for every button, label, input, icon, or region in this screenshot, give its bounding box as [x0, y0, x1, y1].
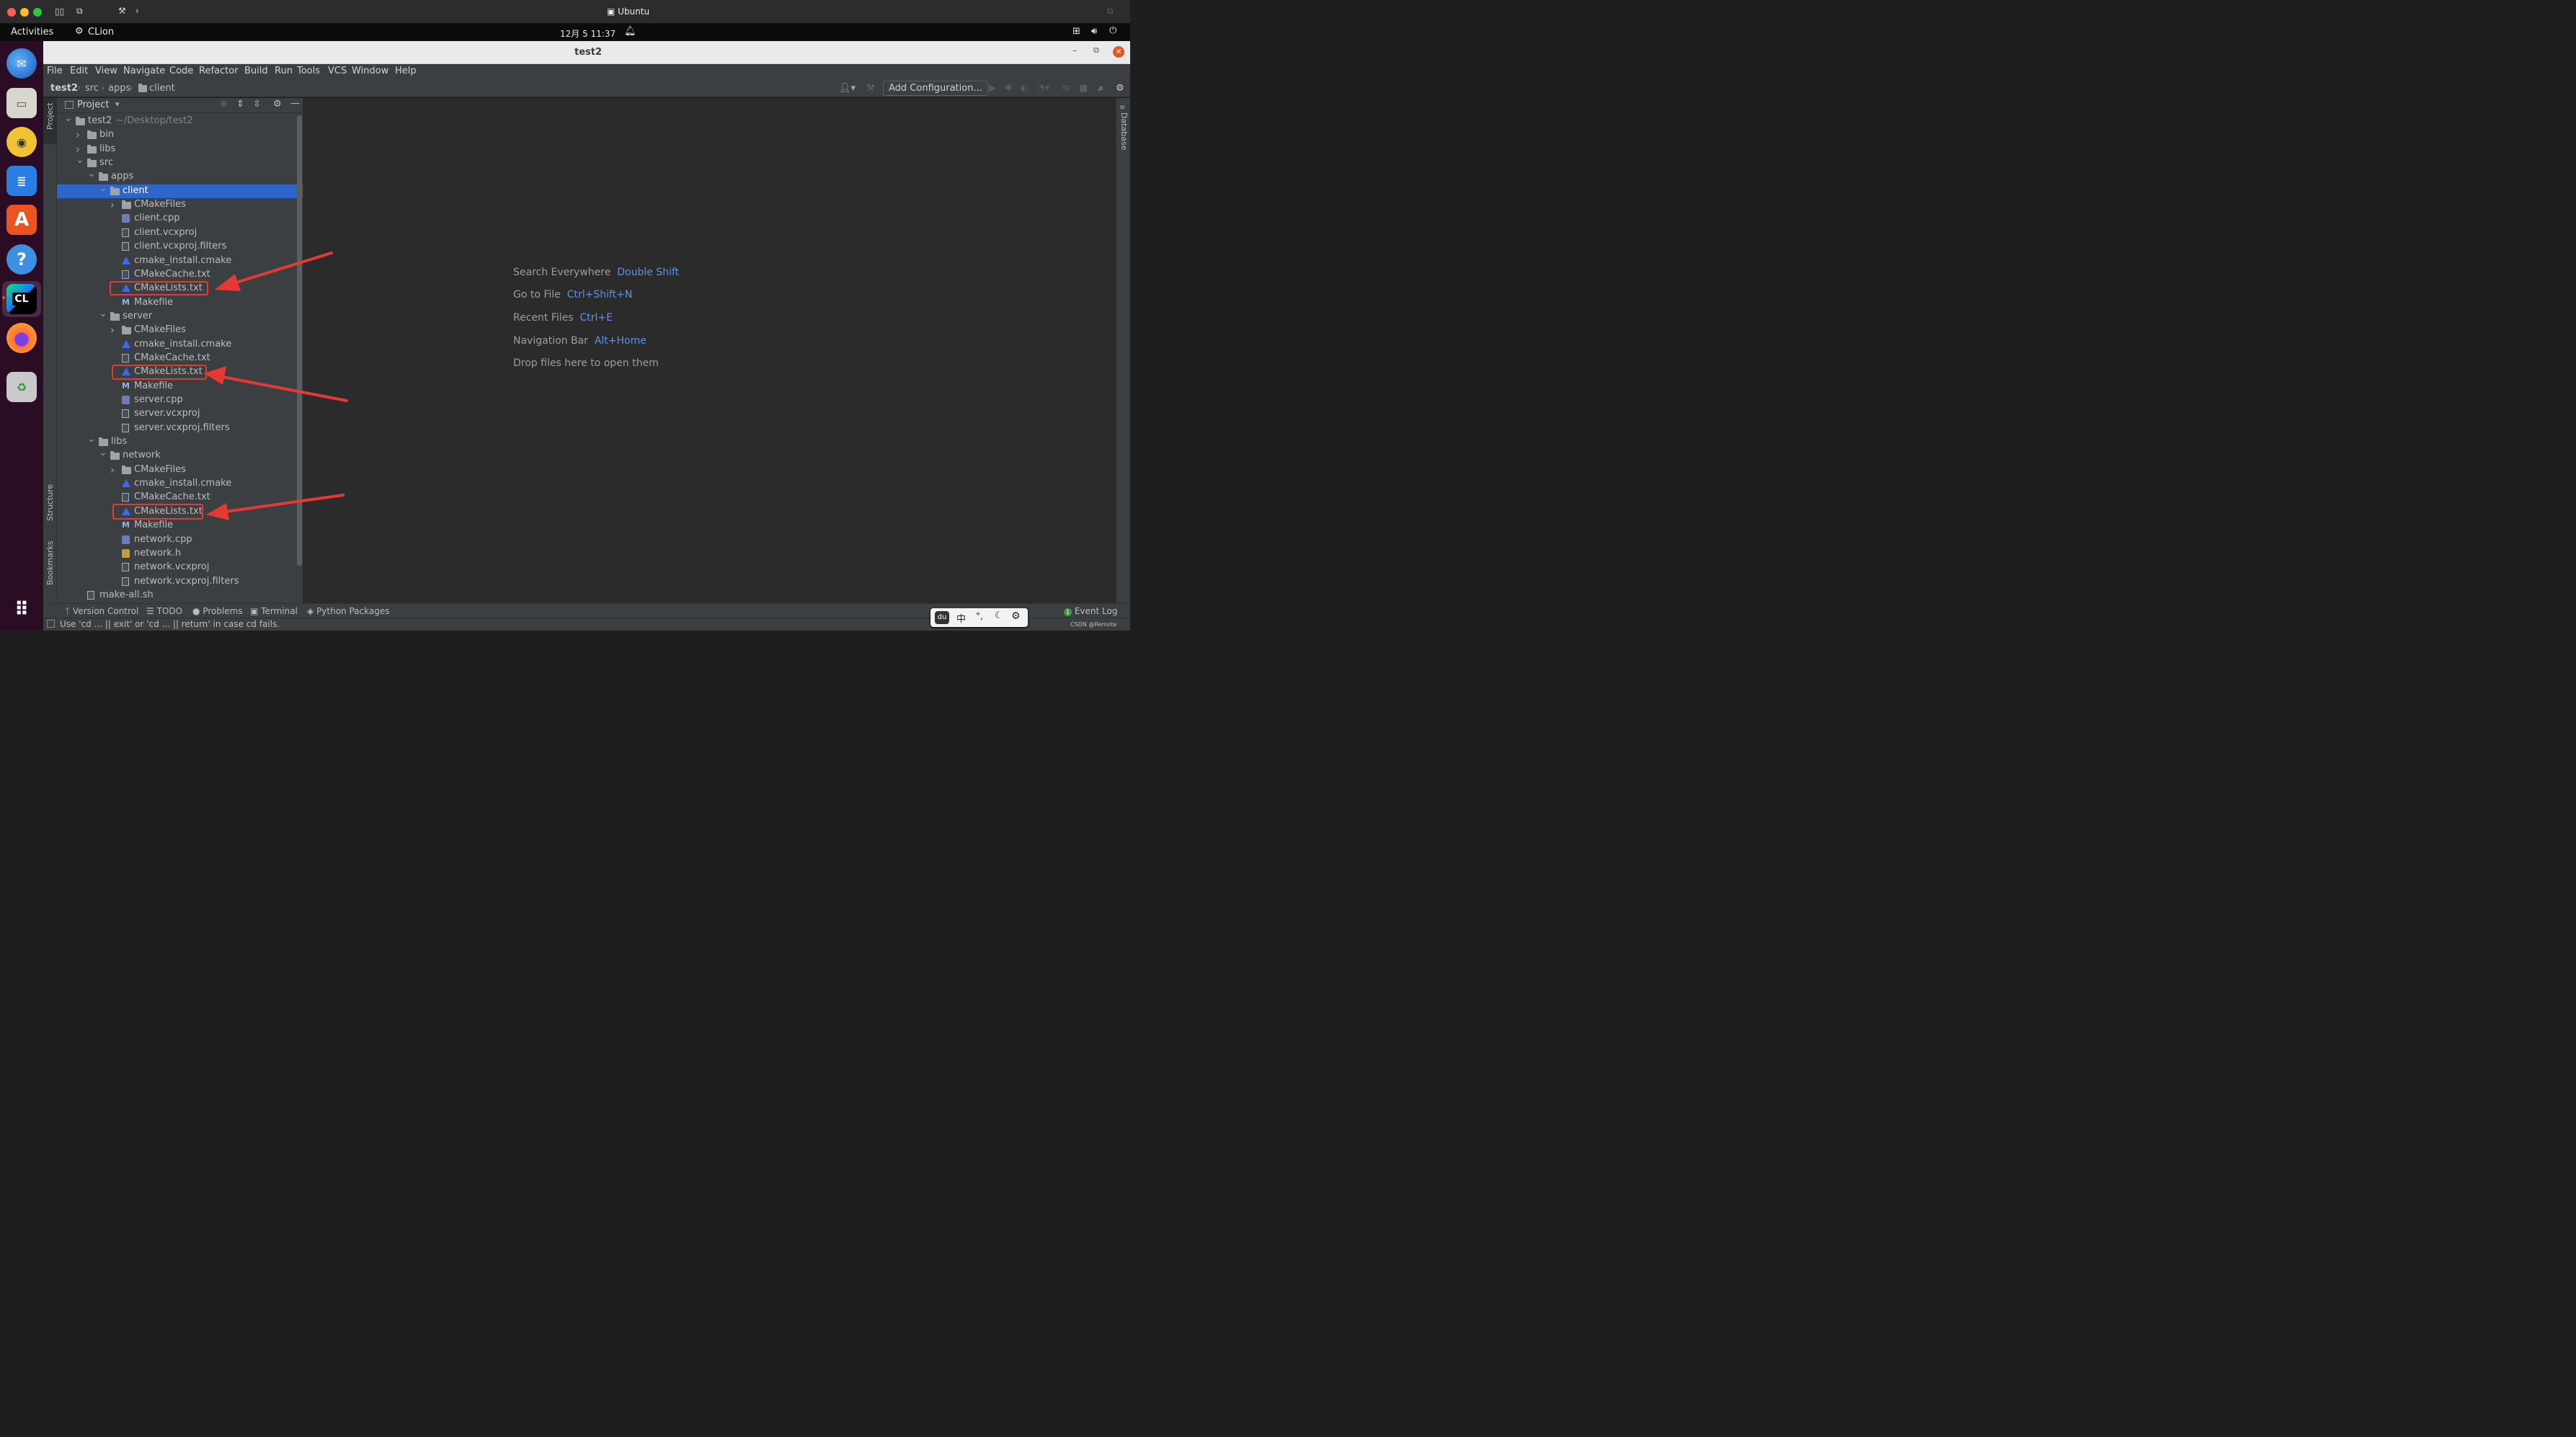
- annotation-arrows: [204, 252, 348, 520]
- annotation-arrow: [215, 252, 333, 291]
- annotation-arrow: [204, 366, 348, 402]
- annotation-arrow: [206, 494, 345, 520]
